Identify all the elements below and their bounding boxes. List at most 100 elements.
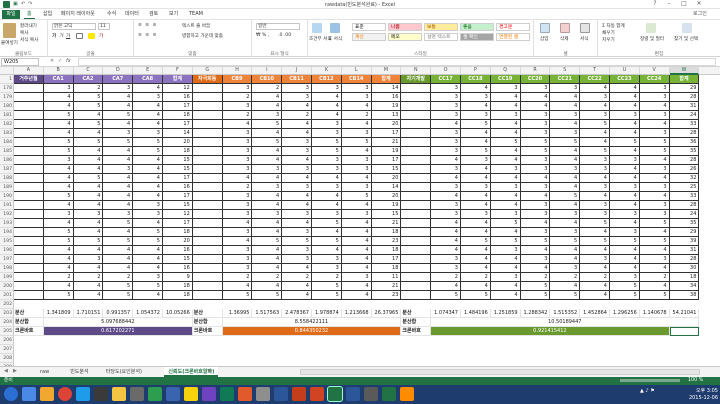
cell[interactable]: 3 <box>580 201 610 210</box>
cell[interactable]: 28 <box>669 255 700 264</box>
wrap-text-button[interactable]: 텍스트 줄 바꿈 <box>182 23 210 29</box>
cell[interactable] <box>192 192 223 201</box>
cell[interactable]: 1.251859 <box>490 309 521 318</box>
cell[interactable]: 5 <box>73 93 104 102</box>
cell[interactable]: 3 <box>520 111 551 120</box>
row-header[interactable]: 201 <box>0 291 14 300</box>
row-header[interactable]: 202 <box>0 300 14 309</box>
cell[interactable]: 4 <box>490 192 521 201</box>
cell[interactable]: 5 <box>550 291 581 300</box>
cell[interactable]: 5 <box>43 228 74 237</box>
cell[interactable]: 5 <box>103 219 134 228</box>
cell[interactable]: 4 <box>252 201 283 210</box>
cell[interactable]: 4 <box>431 237 461 246</box>
column-header-s[interactable]: S <box>550 67 581 75</box>
cell[interactable]: 5 <box>461 291 491 300</box>
cell[interactable]: 3 <box>222 228 253 237</box>
folder-icon[interactable] <box>40 387 54 401</box>
cell[interactable]: 3 <box>550 84 581 93</box>
cell[interactable]: 4 <box>550 174 581 183</box>
messenger-icon[interactable] <box>112 387 126 401</box>
cell[interactable]: 4 <box>520 264 551 273</box>
cell[interactable]: CC24 <box>639 75 670 84</box>
cell[interactable]: 3 <box>580 93 610 102</box>
row-header[interactable]: 181 <box>0 111 14 120</box>
cell[interactable]: 4 <box>222 219 253 228</box>
cell[interactable]: 20 <box>163 237 193 246</box>
cell[interactable]: 4 <box>43 165 74 174</box>
prev-sheet-icon[interactable]: ◀ <box>4 368 8 374</box>
column-header-p[interactable]: P <box>461 67 491 75</box>
cell[interactable]: 17 <box>163 174 193 183</box>
cell[interactable]: 4 <box>520 102 551 111</box>
cell[interactable]: 4 <box>43 219 74 228</box>
cell[interactable]: 3 <box>431 255 461 264</box>
cell[interactable]: 4 <box>461 102 491 111</box>
cell[interactable]: 1.978874 <box>312 309 342 318</box>
cell[interactable]: 분산 <box>192 309 223 318</box>
cell[interactable]: 5 <box>490 219 521 228</box>
cell[interactable]: 4 <box>222 174 253 183</box>
cell[interactable]: 5 <box>610 282 640 291</box>
row-header[interactable]: 208 <box>0 354 14 363</box>
cell[interactable]: 3 <box>282 228 312 237</box>
insert-function-icon[interactable]: fx <box>66 58 71 64</box>
cell[interactable]: 3 <box>580 183 610 192</box>
cell[interactable]: 5 <box>610 138 640 147</box>
cell[interactable] <box>401 165 432 174</box>
cell[interactable]: 4 <box>639 264 670 273</box>
delete-cells-icon[interactable] <box>560 23 570 33</box>
cell[interactable]: CC17 <box>431 75 461 84</box>
cell[interactable]: 5 <box>43 138 74 147</box>
cell[interactable]: 4 <box>282 219 312 228</box>
column-header-m[interactable]: M <box>372 67 402 75</box>
zoom-level[interactable]: 100 % <box>688 377 703 385</box>
cell[interactable]: 3 <box>312 129 342 138</box>
cell[interactable]: 4 <box>252 228 283 237</box>
cell[interactable]: 3 <box>461 156 491 165</box>
app-blue-icon[interactable] <box>166 387 180 401</box>
cell[interactable]: 4 <box>580 138 610 147</box>
column-header-d[interactable]: D <box>103 67 134 75</box>
cell[interactable] <box>14 183 44 192</box>
cell[interactable]: 2 <box>580 273 610 282</box>
cell[interactable]: 14 <box>371 84 402 93</box>
cell[interactable]: 4 <box>73 156 104 165</box>
row-header[interactable]: 180 <box>0 102 14 111</box>
sort-filter-icon[interactable] <box>646 23 656 33</box>
row-header[interactable]: 203 <box>0 309 14 318</box>
cell[interactable]: 24 <box>669 210 700 219</box>
cell[interactable]: CC22 <box>580 75 610 84</box>
cell[interactable]: 3 <box>312 120 342 129</box>
cell[interactable]: 4 <box>431 246 461 255</box>
cell[interactable]: 0.844350232 <box>222 327 402 336</box>
cell[interactable] <box>192 174 223 183</box>
cell[interactable]: CA8 <box>133 75 163 84</box>
cell[interactable]: 3 <box>639 183 670 192</box>
cell[interactable]: 3 <box>639 165 670 174</box>
cell-style-option[interactable]: 좋음 <box>460 23 494 31</box>
cell[interactable]: 1.296256 <box>610 309 640 318</box>
find-select-icon[interactable] <box>682 23 692 33</box>
cell[interactable]: 4 <box>103 264 134 273</box>
cell[interactable]: 3 <box>282 255 312 264</box>
cell[interactable]: 4 <box>610 120 640 129</box>
cell[interactable]: 3 <box>520 228 551 237</box>
cell[interactable]: CA7 <box>103 75 134 84</box>
cell[interactable]: 28 <box>669 93 700 102</box>
cell[interactable] <box>401 174 432 183</box>
cell[interactable]: 5 <box>461 237 491 246</box>
cell[interactable]: 3 <box>490 246 521 255</box>
cell[interactable] <box>401 138 432 147</box>
cell[interactable]: 3 <box>341 84 372 93</box>
cell[interactable]: 5 <box>252 237 283 246</box>
cell[interactable]: 4 <box>312 201 342 210</box>
cell[interactable]: 18 <box>669 273 700 282</box>
cell[interactable]: 39 <box>669 237 700 246</box>
column-header-g[interactable]: G <box>193 67 223 75</box>
pdf-icon[interactable] <box>310 387 324 401</box>
cell[interactable] <box>14 264 44 273</box>
column-header-i[interactable]: I <box>252 67 283 75</box>
cell[interactable]: 5 <box>222 291 253 300</box>
cell[interactable]: 15 <box>163 165 193 174</box>
